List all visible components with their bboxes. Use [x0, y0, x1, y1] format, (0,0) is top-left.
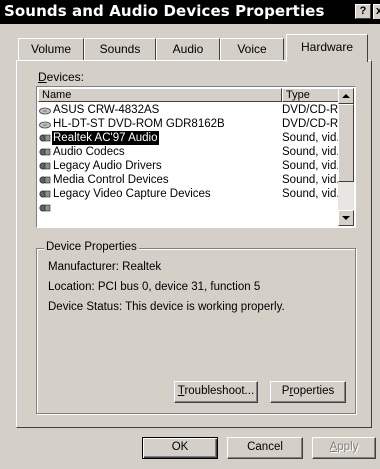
- tab-sounds[interactable]: Sounds: [84, 38, 156, 60]
- device-name: Realtek AC'97 Audio: [52, 131, 159, 145]
- column-header-type[interactable]: Type: [282, 88, 338, 102]
- device-type: Sound, vid...: [282, 132, 338, 144]
- device-type: DVD/CD-R...: [282, 104, 338, 116]
- arrow-up-icon: [342, 94, 350, 98]
- device-type: DVD/CD-R...: [282, 118, 338, 130]
- location-text: Location: PCI bus 0, device 31, function…: [48, 281, 261, 293]
- manufacturer-text: Manufacturer: Realtek: [48, 261, 162, 273]
- arrow-down-icon: [342, 216, 350, 220]
- tab-voice[interactable]: Voice: [220, 38, 284, 60]
- sound-device-icon: [39, 190, 51, 198]
- troubleshoot-button[interactable]: Troubleshoot...: [174, 381, 258, 403]
- window-title: Sounds and Audio Devices Properties: [4, 2, 325, 20]
- list-item[interactable]: Legacy Video Capture Devices Sound, vid.…: [38, 187, 338, 201]
- scroll-thumb[interactable]: [338, 104, 354, 182]
- device-name: ASUS CRW-4832AS: [53, 104, 160, 116]
- list-item[interactable]: HL-DT-ST DVD-ROM GDR8162B DVD/CD-R...: [38, 117, 338, 131]
- scroll-down-button[interactable]: [338, 210, 354, 226]
- ok-button[interactable]: OK: [142, 437, 218, 459]
- help-button[interactable]: ?: [355, 4, 371, 19]
- device-properties-legend: Device Properties: [44, 241, 139, 253]
- list-item-selected[interactable]: Realtek AC'97 Audio Sound, vid...: [38, 131, 338, 145]
- column-header-name[interactable]: Name: [38, 88, 282, 102]
- sound-device-icon: [39, 176, 51, 184]
- device-name: Legacy Video Capture Devices: [53, 188, 211, 200]
- device-name: Legacy Audio Drivers: [53, 160, 162, 172]
- sound-device-icon: [39, 148, 51, 156]
- device-name: Media Control Devices: [53, 174, 169, 186]
- device-type: Sound, vid...: [282, 146, 338, 158]
- sound-device-icon: [39, 204, 51, 212]
- cancel-button[interactable]: Cancel: [227, 437, 303, 459]
- devices-list-scrollbar[interactable]: [338, 88, 354, 226]
- sound-device-icon: [39, 134, 51, 142]
- title-bar[interactable]: Sounds and Audio Devices Properties ? x: [0, 0, 380, 24]
- list-item[interactable]: Audio Codecs Sound, vid...: [38, 145, 338, 159]
- device-name: HL-DT-ST DVD-ROM GDR8162B: [53, 118, 225, 130]
- cd-drive-icon: [39, 107, 51, 115]
- device-type: Sound, vid...: [282, 160, 338, 172]
- device-name: Audio Codecs: [53, 146, 125, 158]
- tab-audio[interactable]: Audio: [156, 38, 220, 60]
- cd-drive-icon: [39, 121, 51, 129]
- tab-volume[interactable]: Volume: [18, 38, 84, 60]
- device-type: Sound, vid...: [282, 174, 338, 186]
- tab-hardware[interactable]: Hardware: [286, 34, 368, 62]
- list-item[interactable]: Media Control Devices Sound, vid...: [38, 173, 338, 187]
- sound-device-icon: [39, 162, 51, 170]
- list-item-partial[interactable]: [38, 201, 338, 215]
- device-status-text: Device Status: This device is working pr…: [48, 301, 285, 313]
- properties-dialog: Sounds and Audio Devices Properties ? x …: [0, 0, 380, 469]
- devices-list[interactable]: Name Type ASUS CRW-4832AS DVD/CD-R... HL…: [36, 86, 356, 228]
- devices-label: Devices:: [38, 70, 85, 84]
- list-item[interactable]: Legacy Audio Drivers Sound, vid...: [38, 159, 338, 173]
- close-button[interactable]: x: [373, 4, 380, 19]
- device-type: Sound, vid...: [282, 188, 338, 200]
- properties-button[interactable]: Properties: [270, 381, 346, 403]
- scroll-up-button[interactable]: [338, 88, 354, 104]
- list-item[interactable]: ASUS CRW-4832AS DVD/CD-R...: [38, 103, 338, 117]
- apply-button[interactable]: Apply: [312, 437, 376, 459]
